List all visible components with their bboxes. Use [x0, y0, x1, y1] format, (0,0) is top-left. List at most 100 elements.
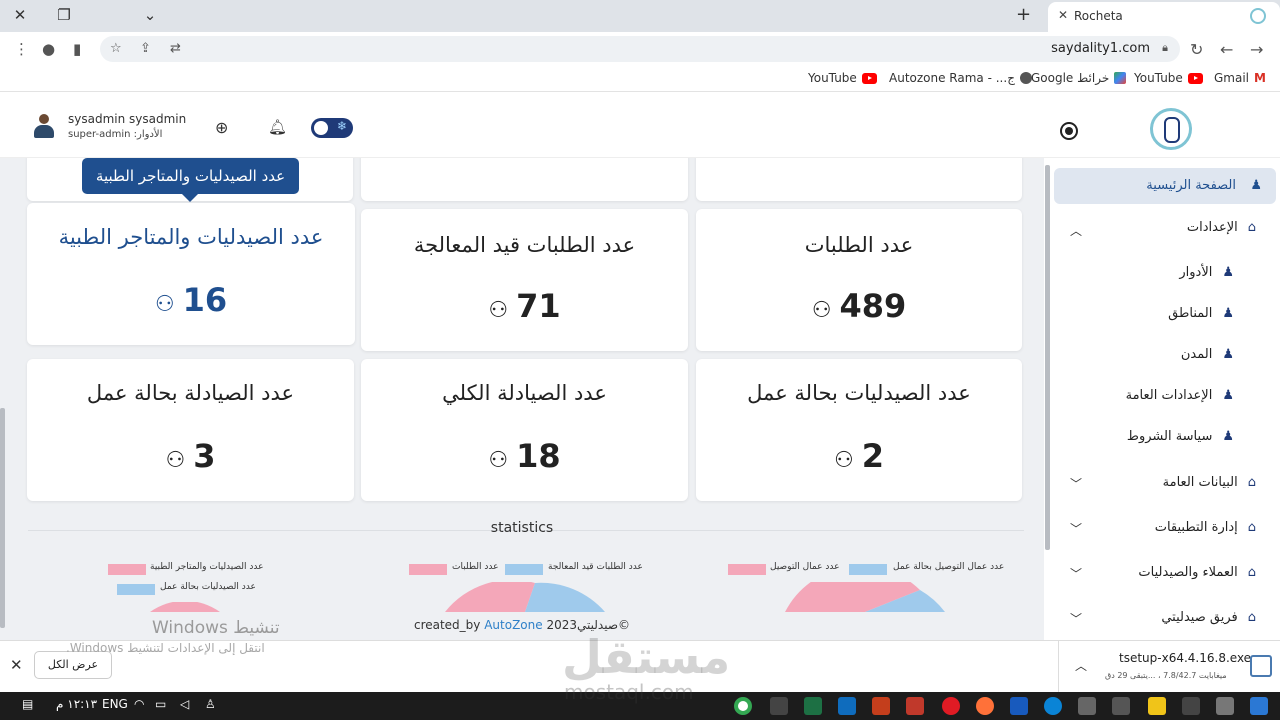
- chevron-up-icon[interactable]: ︿: [1075, 657, 1087, 674]
- sidebar-item-general-data[interactable]: ⌂ البيانات العامة: [1163, 475, 1256, 490]
- legend-label: عدد الطلبات: [452, 562, 499, 572]
- legend-swatch-blue: [849, 564, 887, 575]
- sidebar-item-label: الأدوار: [1179, 265, 1213, 280]
- stat-card-pharmacies[interactable]: عدد الصيدليات والمتاجر الطبية ⚇ 16: [27, 203, 355, 345]
- sidebar-item-cities[interactable]: ♟ المدن: [1181, 347, 1234, 362]
- stat-value: ⚇13: [361, 158, 688, 164]
- wifi-icon[interactable]: ◠: [134, 697, 144, 711]
- reload-icon[interactable]: ↻: [1190, 40, 1203, 59]
- download-item[interactable]: ︿ tsetup-x64.4.16.8.exe ميغابايت 7.8/42.…: [1058, 641, 1280, 693]
- pie-chart-3[interactable]: [140, 602, 230, 612]
- legend-label: عدد الطلبات قيد المعالجة: [548, 562, 643, 572]
- back-icon[interactable]: →: [1250, 40, 1263, 59]
- stat-card-working-pharmacists[interactable]: عدد الصيادلة بحالة عمل ⚇ 3: [27, 359, 354, 501]
- browser-tab[interactable]: ✕ Rocheta: [1048, 2, 1280, 32]
- restore-window-icon[interactable]: ❐: [50, 4, 78, 26]
- sidebar-item-app-management[interactable]: ⌂ إدارة التطبيقات: [1155, 520, 1256, 535]
- sidebar-item-settings[interactable]: ⌂ الإعدادات: [1187, 220, 1256, 235]
- app-icon[interactable]: [906, 697, 924, 715]
- notification-center-icon[interactable]: ▤: [22, 697, 33, 711]
- sidebar-item-home[interactable]: الصفحة الرئيسية ♟: [1054, 168, 1276, 204]
- app-logo[interactable]: [1150, 108, 1192, 150]
- task-view-icon[interactable]: [1216, 697, 1234, 715]
- opera-app-icon[interactable]: [942, 697, 960, 715]
- word-app-icon[interactable]: [1010, 697, 1028, 715]
- app-icon[interactable]: [1112, 697, 1130, 715]
- bookmark-autozone[interactable]: Autozone Rama - ...ج: [889, 71, 1032, 85]
- chevron-down-icon[interactable]: ﹀: [1070, 475, 1082, 492]
- chevron-down-icon[interactable]: ﹀: [1070, 565, 1082, 582]
- content-scrollbar-left[interactable]: [0, 408, 5, 628]
- chevron-up-icon[interactable]: ︿: [1070, 222, 1082, 239]
- user-icon: ♟: [1250, 178, 1262, 193]
- edge-app-icon[interactable]: [1044, 697, 1062, 715]
- sidebar-item-team[interactable]: ⌂ فريق صيدليتي: [1161, 610, 1256, 625]
- stat-card-working-pharmacies[interactable]: عدد الصيدليات بحالة عمل ⚇ 2: [696, 359, 1022, 501]
- home-icon: ⌂: [1247, 610, 1256, 625]
- bookmark-gmail[interactable]: Gmail M: [1214, 71, 1266, 85]
- stat-card-processing-orders[interactable]: عدد الطلبات قيد المعالجة ⚇ 71: [361, 209, 688, 351]
- share-icon[interactable]: ⇪: [140, 41, 151, 56]
- chevron-down-icon[interactable]: ﹀: [1070, 610, 1082, 627]
- language-globe-icon[interactable]: ⊕: [215, 118, 228, 137]
- stat-card-orders[interactable]: عدد الطلبات ⚇ 489: [696, 209, 1022, 351]
- bookmark-youtube-2[interactable]: YouTube: [1134, 71, 1203, 85]
- stat-card-total-pharmacists[interactable]: عدد الصيادلة الكلي ⚇ 18: [361, 359, 688, 501]
- new-tab-icon[interactable]: +: [1016, 4, 1031, 25]
- profile-icon[interactable]: ●: [42, 40, 55, 58]
- chrome-app-icon[interactable]: [734, 697, 752, 715]
- content-scrollbar-right[interactable]: [1045, 165, 1050, 550]
- side-panel-icon[interactable]: ▮: [73, 40, 81, 58]
- legend-swatch-blue: [505, 564, 543, 575]
- outlook-app-icon[interactable]: [838, 697, 856, 715]
- sidebar-item-roles[interactable]: ♟ الأدوار: [1179, 265, 1234, 280]
- menu-dots-icon[interactable]: ⋮: [14, 40, 29, 58]
- browser-tab-bar: ✕ ❐ ⌄ + ✕ Rocheta: [0, 0, 1280, 32]
- excel-app-icon[interactable]: [804, 697, 822, 715]
- bookmark-google-maps[interactable]: Google خرائط: [1031, 71, 1127, 85]
- user-plus-icon: ⚇: [834, 448, 854, 473]
- footer-brand-link[interactable]: AutoZone: [484, 618, 542, 632]
- pie-chart-2[interactable]: [440, 582, 610, 612]
- sidebar-item-clients-pharmacies[interactable]: ⌂ العملاء والصيدليات: [1138, 565, 1256, 580]
- bookmark-star-icon[interactable]: ☆: [110, 41, 122, 56]
- forward-icon[interactable]: ←: [1220, 40, 1233, 59]
- file-explorer-app-icon[interactable]: [1148, 697, 1166, 715]
- battery-icon[interactable]: ▭: [155, 697, 166, 711]
- search-app-icon[interactable]: [1182, 697, 1200, 715]
- close-window-icon[interactable]: ✕: [6, 4, 34, 26]
- tab-close-icon[interactable]: ✕: [1058, 8, 1068, 22]
- powerpoint-app-icon[interactable]: [872, 697, 890, 715]
- volume-icon[interactable]: ◁: [180, 697, 189, 711]
- translate-icon[interactable]: ⇄: [170, 41, 181, 56]
- notification-bell-icon[interactable]: 🔔︎: [268, 118, 287, 136]
- user-icon: ♟: [1222, 265, 1234, 280]
- lock-icon[interactable]: 🔒︎: [1162, 41, 1168, 55]
- sidebar-toggle-icon[interactable]: [1060, 122, 1078, 140]
- sidebar-item-terms-policy[interactable]: ♟ سياسة الشروط: [1127, 429, 1234, 444]
- firefox-app-icon[interactable]: [976, 697, 994, 715]
- app-icon[interactable]: [1078, 697, 1096, 715]
- people-icon[interactable]: ♙: [205, 697, 216, 711]
- download-bar-close-icon[interactable]: ✕: [10, 656, 23, 674]
- pie-chart-1[interactable]: [780, 582, 950, 612]
- sidebar-item-label: الصفحة الرئيسية: [1146, 178, 1236, 193]
- clock-time[interactable]: ١٢:١٣ م: [56, 697, 97, 711]
- settings-app-icon[interactable]: [770, 697, 788, 715]
- sidebar-item-general-settings[interactable]: ♟ الإعدادات العامة: [1126, 388, 1234, 403]
- url-text[interactable]: saydality1.com: [1051, 41, 1150, 56]
- user-plus-icon: ⚇: [488, 298, 509, 323]
- chevron-down-icon[interactable]: ﹀: [1070, 520, 1082, 537]
- omnibox[interactable]: ☆ ⇪ ⇄ saydality1.com 🔒︎: [100, 36, 1180, 62]
- show-all-downloads-button[interactable]: عرض الكل: [34, 651, 112, 679]
- start-button-icon[interactable]: [1250, 697, 1268, 715]
- download-status: ميغابايت 7.8/42.7 ، ...يتبقى 29 دق: [1105, 671, 1227, 680]
- sidebar-item-label: إدارة التطبيقات: [1154, 520, 1238, 535]
- bookmark-youtube-1[interactable]: YouTube: [808, 71, 877, 85]
- input-language[interactable]: ENG: [102, 697, 128, 711]
- app-header: sysadmin sysadmin super-admin :الأدوار ⊕…: [0, 96, 1280, 158]
- minimize-window-icon[interactable]: ⌄: [136, 4, 164, 26]
- avatar[interactable]: [32, 114, 56, 138]
- theme-toggle[interactable]: ❄: [311, 118, 353, 138]
- sidebar-item-regions[interactable]: ♟ المناطق: [1168, 306, 1234, 321]
